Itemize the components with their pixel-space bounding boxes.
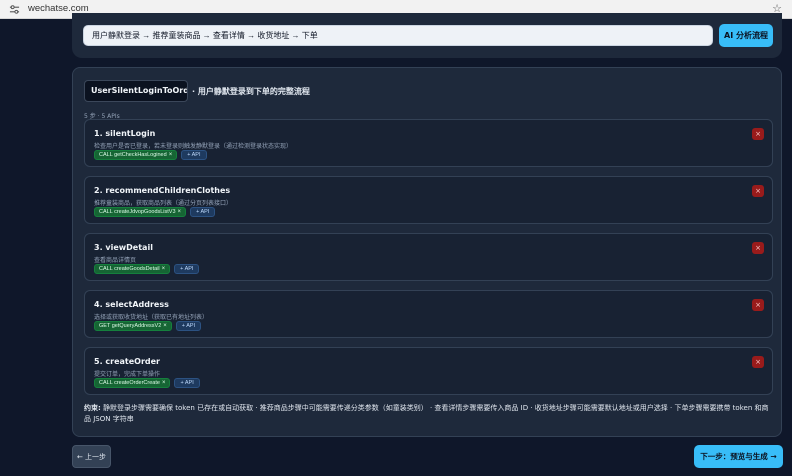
step-title: 4. selectAddress bbox=[94, 300, 169, 309]
remove-tag-icon[interactable]: × bbox=[163, 322, 167, 331]
tune-icon[interactable] bbox=[9, 4, 20, 15]
remove-tag-icon[interactable]: × bbox=[162, 265, 166, 274]
delete-step-button[interactable]: × bbox=[752, 299, 764, 311]
add-api-button[interactable]: + API bbox=[190, 207, 216, 217]
remove-tag-icon[interactable]: × bbox=[169, 151, 173, 160]
delete-step-button[interactable]: × bbox=[752, 242, 764, 254]
flow-panel: UserSilentLoginToOrde · 用户静默登录到下单的完整流程 5… bbox=[72, 67, 782, 437]
step-card: 5. createOrder 提交订单，完成下单操作 CALL createOr… bbox=[84, 347, 773, 395]
delete-step-button[interactable]: × bbox=[752, 185, 764, 197]
constraints-text: 约束: 静默登录步骤需要确保 token 已存在或自动获取 · 推荐商品步骤中可… bbox=[84, 403, 774, 425]
prev-step-button[interactable]: ← 上一步 bbox=[72, 445, 111, 468]
add-api-button[interactable]: + API bbox=[181, 150, 207, 160]
next-step-button[interactable]: 下一步：预览与生成 → bbox=[694, 445, 783, 468]
remove-tag-icon[interactable]: × bbox=[162, 379, 166, 388]
constraints-body: 静默登录步骤需要确保 token 已存在或自动获取 · 推荐商品步骤中可能需要传… bbox=[84, 404, 769, 423]
step-card: 2. recommendChildrenClothes 推荐童装商品，获取商品列… bbox=[84, 176, 773, 224]
api-call-tag[interactable]: CALL createGoodsDetail × bbox=[94, 264, 171, 274]
step-description: 提交订单，完成下单操作 bbox=[94, 371, 161, 378]
step-description: 检查用户是否已登录，若未登录则触发静默登录（通过检测登录状态实现） bbox=[94, 143, 293, 150]
step-title: 2. recommendChildrenClothes bbox=[94, 186, 231, 195]
step-title: 3. viewDetail bbox=[94, 243, 153, 252]
step-title: 5. createOrder bbox=[94, 357, 160, 366]
api-call-tag[interactable]: CALL createJdvopGoodsListV3 × bbox=[94, 207, 187, 217]
step-card: 1. silentLogin 检查用户是否已登录，若未登录则触发静默登录（通过检… bbox=[84, 119, 773, 167]
add-api-button[interactable]: + API bbox=[174, 264, 200, 274]
flow-description: · 用户静默登录到下单的完整流程 bbox=[192, 87, 310, 96]
step-description: 选择或获取收货地址（获取已有地址列表） bbox=[94, 314, 209, 321]
ai-analyze-button[interactable]: AI 分析流程 bbox=[719, 24, 773, 47]
flow-input-panel: 用户静默登录 → 推荐童装商品 → 查看详情 → 收货地址 → 下单 AI 分析… bbox=[72, 13, 782, 58]
step-card: 3. viewDetail 查看商品详情页 CALL createGoodsDe… bbox=[84, 233, 773, 281]
step-card: 4. selectAddress 选择或获取收货地址（获取已有地址列表） GET… bbox=[84, 290, 773, 338]
remove-tag-icon[interactable]: × bbox=[178, 208, 182, 217]
delete-step-button[interactable]: × bbox=[752, 128, 764, 140]
step-description: 查看商品详情页 bbox=[94, 257, 137, 264]
add-api-button[interactable]: + API bbox=[175, 321, 202, 331]
step-title: 1. silentLogin bbox=[94, 129, 156, 138]
api-call-tag[interactable]: CALL createOrderCreate × bbox=[94, 378, 171, 388]
delete-step-button[interactable]: × bbox=[752, 356, 764, 368]
constraints-label: 约束: bbox=[84, 404, 101, 412]
flow-name-field[interactable]: UserSilentLoginToOrde bbox=[84, 80, 188, 102]
flow-description-input[interactable]: 用户静默登录 → 推荐童装商品 → 查看详情 → 收货地址 → 下单 bbox=[83, 25, 713, 46]
api-call-tag[interactable]: CALL getCheckHasLogined × bbox=[94, 150, 178, 160]
add-api-button[interactable]: + API bbox=[174, 378, 200, 388]
step-description: 推荐童装商品，获取商品列表（通过分页列表接口） bbox=[94, 200, 233, 207]
api-call-tag[interactable]: GET getQueryAddressV2 × bbox=[94, 321, 172, 331]
